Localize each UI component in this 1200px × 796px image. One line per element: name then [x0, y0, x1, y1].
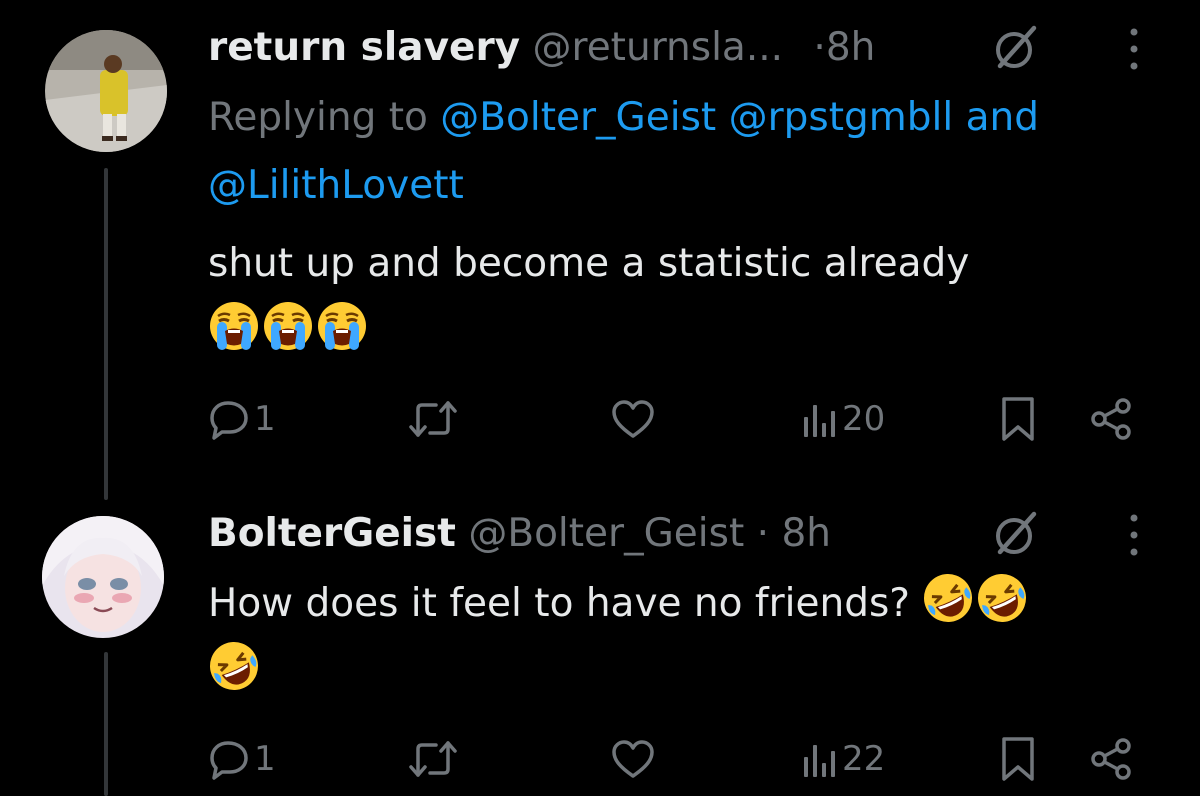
repost-icon	[409, 741, 457, 777]
timestamp[interactable]: 8h	[826, 25, 876, 70]
reply-icon	[210, 401, 248, 440]
separator-dot: ·	[813, 25, 826, 70]
tweet-actions: 1 22	[208, 734, 1148, 784]
loudly-crying-face-icon	[208, 300, 260, 352]
replying-to: Replying to @Bolter_Geist @rpstgmbll and…	[208, 84, 1188, 220]
timestamp[interactable]: 8h	[781, 511, 831, 556]
replying-to-label: Replying to	[208, 95, 441, 140]
share-icon	[1091, 738, 1131, 780]
views-icon	[804, 745, 835, 777]
more-icon[interactable]	[1124, 24, 1144, 74]
repost-button[interactable]	[408, 734, 458, 784]
separator-dot: ·	[756, 511, 770, 556]
mention-and[interactable]: and	[966, 95, 1039, 140]
tweet-header: return slavery @returnsla... ·8h	[208, 24, 875, 72]
tweet-header: BolterGeist @Bolter_Geist · 8h	[208, 510, 831, 558]
share-button[interactable]	[1088, 734, 1134, 784]
tweet-body: How does it feel to have no friends?	[208, 581, 910, 626]
tweet-text: shut up and become a statistic already	[208, 230, 1168, 366]
display-name[interactable]: return slavery	[208, 25, 520, 70]
loudly-crying-face-icon	[262, 300, 314, 352]
views-count: 22	[842, 739, 886, 779]
mention-bolter-geist[interactable]: @Bolter_Geist	[440, 95, 716, 140]
more-icon[interactable]	[1124, 510, 1144, 560]
like-button[interactable]	[610, 734, 656, 784]
grok-icon[interactable]	[990, 508, 1042, 560]
reply-button[interactable]: 1	[208, 734, 276, 784]
views-button[interactable]: 22	[800, 734, 885, 784]
avatar-bolter-geist[interactable]	[42, 516, 164, 638]
tweet-actions: 1 20	[208, 394, 1148, 444]
bookmark-button[interactable]	[998, 734, 1038, 784]
user-handle[interactable]: @Bolter_Geist	[468, 511, 744, 556]
rolling-on-floor-laughing-icon	[208, 640, 260, 692]
views-count: 20	[842, 399, 886, 439]
mention-lilith-lovett[interactable]: @LilithLovett	[208, 163, 464, 208]
tweet-text: How does it feel to have no friends?	[208, 570, 1168, 706]
rolling-on-floor-laughing-icon	[976, 572, 1028, 624]
avatar-return-slavery[interactable]	[45, 30, 167, 152]
thread-line-bottom	[104, 652, 108, 796]
grok-icon[interactable]	[990, 22, 1042, 74]
loudly-crying-face-icon	[316, 300, 368, 352]
reply-count: 1	[254, 399, 276, 439]
like-button[interactable]	[610, 394, 656, 444]
bookmark-button[interactable]	[998, 394, 1038, 444]
repost-button[interactable]	[408, 394, 458, 444]
reply-icon	[210, 741, 248, 780]
tweet-body: shut up and become a statistic already	[208, 241, 970, 286]
rolling-on-floor-laughing-icon	[922, 572, 974, 624]
reply-button[interactable]: 1	[208, 394, 276, 444]
user-handle[interactable]: @returnsla...	[533, 25, 784, 70]
like-icon	[612, 400, 654, 438]
views-icon	[804, 405, 835, 437]
views-button[interactable]: 20	[800, 394, 885, 444]
thread-line-top	[104, 168, 108, 500]
share-button[interactable]	[1088, 394, 1134, 444]
like-icon	[612, 740, 654, 778]
display-name[interactable]: BolterGeist	[208, 511, 456, 556]
reply-count: 1	[254, 739, 276, 779]
mention-rpstgmbll[interactable]: @rpstgmbll	[729, 95, 954, 140]
bookmark-icon	[1002, 397, 1034, 441]
repost-icon	[409, 401, 457, 437]
share-icon	[1091, 398, 1131, 440]
bookmark-icon	[1002, 737, 1034, 781]
